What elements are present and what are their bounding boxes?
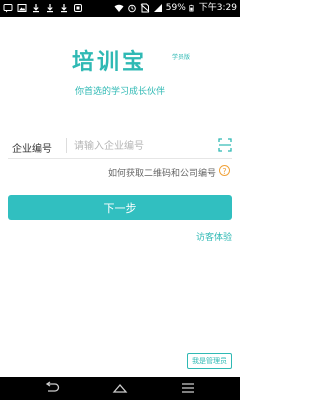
menu-icon[interactable] bbox=[180, 381, 196, 395]
help-icon[interactable]: ? bbox=[219, 165, 230, 176]
guest-experience-link[interactable]: 访客体验 bbox=[196, 230, 232, 243]
download-icon bbox=[33, 4, 39, 13]
back-icon[interactable] bbox=[44, 381, 60, 395]
image-icon bbox=[17, 4, 27, 12]
next-button-label: 下一步 bbox=[103, 201, 137, 215]
logo-edition-tag: 学员版 bbox=[172, 54, 191, 61]
wifi-icon bbox=[114, 4, 124, 12]
admin-login-button[interactable]: 我是管理员 bbox=[187, 353, 232, 369]
clock: 下午3:29 bbox=[198, 3, 237, 13]
battery-percent: 59% bbox=[165, 3, 186, 13]
system-indicators: 59% 下午3:29 bbox=[114, 2, 237, 14]
app-slogan: 你首选的学习成长伙伴 bbox=[74, 87, 165, 97]
field-underline bbox=[8, 158, 232, 159]
download-icon bbox=[47, 4, 53, 13]
app-notification-icon bbox=[74, 4, 82, 12]
home-icon[interactable] bbox=[112, 381, 128, 395]
alarm-icon bbox=[127, 4, 136, 13]
company-code-input[interactable] bbox=[74, 137, 210, 155]
status-bar: 59% 下午3:29 bbox=[0, 0, 240, 17]
navigation-bar bbox=[0, 377, 240, 400]
logo-wordmark: 培训宝 bbox=[72, 50, 148, 75]
signal-icon bbox=[153, 4, 162, 12]
battery-icon bbox=[189, 4, 194, 12]
notification-icons bbox=[3, 3, 83, 13]
field-divider bbox=[66, 138, 67, 153]
message-icon bbox=[3, 4, 13, 13]
company-code-label: 企业编号 bbox=[12, 144, 52, 155]
qr-scan-icon[interactable] bbox=[218, 138, 232, 152]
no-sim-icon bbox=[140, 3, 150, 13]
next-button[interactable]: 下一步 bbox=[8, 195, 232, 220]
how-to-get-code-link[interactable]: 如何获取二维码和公司编号 bbox=[108, 166, 216, 179]
download-icon bbox=[61, 4, 67, 13]
